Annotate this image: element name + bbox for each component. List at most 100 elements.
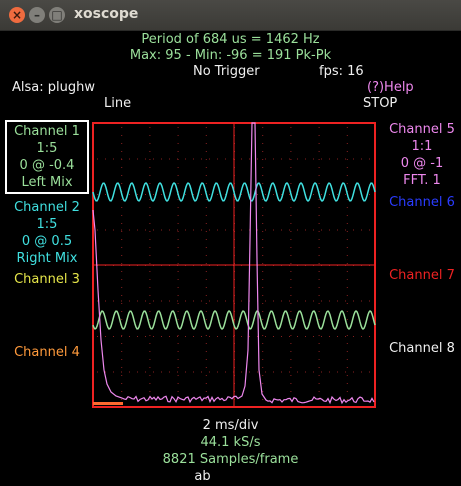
grid-dot xyxy=(262,271,264,272)
grid-dot xyxy=(305,300,306,302)
grid-dot xyxy=(329,300,330,302)
channel-4-label[interactable]: Channel 4 xyxy=(5,345,89,360)
grid-dot xyxy=(313,194,314,195)
grid-dot xyxy=(217,194,218,195)
grid-dot xyxy=(346,215,348,216)
grid-dot xyxy=(149,183,151,184)
grid-dot xyxy=(121,391,123,392)
grid-dot xyxy=(153,336,154,337)
plot-mode[interactable]: Line xyxy=(104,96,131,111)
grid-dot xyxy=(121,300,122,302)
channel-8-label[interactable]: Channel 8 xyxy=(378,341,461,356)
grid-dot xyxy=(205,343,207,344)
grid-dot xyxy=(318,127,320,128)
grid-dot xyxy=(129,300,130,302)
grid-dot xyxy=(177,175,179,176)
channel-3-label[interactable]: Channel 3 xyxy=(5,272,89,287)
channel-5-source: FFT. 1 xyxy=(403,173,441,188)
grid-dot xyxy=(346,127,348,128)
grid-dot xyxy=(318,239,320,240)
grid-dot xyxy=(262,383,264,384)
grid-dot xyxy=(193,229,194,231)
maxmin-readout: Max: 95 - Min: -96 = 191 Pk-Pk xyxy=(129,48,332,63)
grid-dot xyxy=(149,127,151,128)
grid-dot xyxy=(290,231,292,232)
grid-dot xyxy=(318,311,320,312)
grid-dot xyxy=(161,158,162,160)
grid-dot xyxy=(262,127,264,128)
channel-7-label[interactable]: Channel 7 xyxy=(378,268,461,283)
grid-dot xyxy=(205,167,207,168)
channel-6-label[interactable]: Channel 6 xyxy=(378,195,461,210)
minimize-icon[interactable]: – xyxy=(29,7,45,23)
grid-dot xyxy=(145,194,146,195)
grid-dot xyxy=(149,207,151,208)
grid-dot xyxy=(105,336,106,337)
grid-dot xyxy=(262,335,264,336)
grid-dot xyxy=(121,271,123,272)
grid-dot xyxy=(305,229,306,231)
grid-dot xyxy=(149,231,151,232)
grid-dot xyxy=(121,255,123,256)
grid-dot xyxy=(318,343,320,344)
scope-display[interactable] xyxy=(90,120,378,410)
help-link[interactable]: (?)Help xyxy=(367,80,414,95)
grid-dot xyxy=(121,335,123,336)
grid-dot xyxy=(313,300,314,302)
grid-dot xyxy=(262,367,264,368)
grid-dot xyxy=(121,336,122,337)
grid-dot xyxy=(205,383,207,384)
grid-dot xyxy=(121,319,123,320)
grid-dot xyxy=(185,336,186,337)
grid-dot xyxy=(321,158,322,160)
grid-dot xyxy=(137,158,138,160)
grid-dot xyxy=(290,135,292,136)
grid-dot xyxy=(205,335,207,336)
grid-dot xyxy=(318,183,320,184)
grid-dot xyxy=(149,399,151,400)
grid-dot xyxy=(318,247,320,248)
grid-dot xyxy=(297,300,298,302)
grid-dot xyxy=(177,300,178,302)
grid-dot xyxy=(290,143,292,144)
grid-dot xyxy=(262,247,264,248)
grid-dot xyxy=(361,371,362,373)
grid-dot xyxy=(337,371,338,373)
grid-dot xyxy=(273,371,274,373)
grid-dot xyxy=(205,295,207,296)
grid-dot xyxy=(329,336,330,337)
grid-dot xyxy=(290,127,292,128)
grid-dot xyxy=(205,143,207,144)
grid-dot xyxy=(149,263,151,264)
grid-dot xyxy=(145,300,146,302)
trigger-marker xyxy=(93,402,123,405)
run-stop-button[interactable]: STOP xyxy=(363,96,397,111)
trigger-status[interactable]: No Trigger xyxy=(193,64,260,79)
grid-dot xyxy=(346,359,348,360)
grid-dot xyxy=(205,247,207,248)
grid-dot xyxy=(353,300,354,302)
channel-5-label[interactable]: Channel 5 xyxy=(378,122,461,137)
timebase-readout[interactable]: 2 ms/div xyxy=(0,418,461,433)
maximize-icon[interactable]: □ xyxy=(49,7,65,23)
grid-dot xyxy=(121,229,122,231)
grid-dot xyxy=(149,199,151,200)
grid-dot xyxy=(321,194,322,195)
channel-2-label[interactable]: Channel 2 xyxy=(5,200,89,215)
grid-dot xyxy=(346,303,348,304)
grid-dot xyxy=(217,158,218,160)
channel-1-label[interactable]: Channel 1 xyxy=(5,124,89,139)
grid-dot xyxy=(205,399,207,400)
grid-dot xyxy=(361,229,362,231)
grid-dot xyxy=(290,295,292,296)
grid-dot xyxy=(281,300,282,302)
grid-dot xyxy=(353,229,354,231)
grid-dot xyxy=(262,183,264,184)
grid-dot xyxy=(177,207,179,208)
close-icon[interactable]: × xyxy=(9,7,25,23)
grid-dot xyxy=(337,300,338,302)
audio-source[interactable]: Alsa: plughw xyxy=(12,80,95,95)
grid-dot xyxy=(177,135,179,136)
grid-dot xyxy=(201,371,202,373)
grid-dot xyxy=(262,319,264,320)
